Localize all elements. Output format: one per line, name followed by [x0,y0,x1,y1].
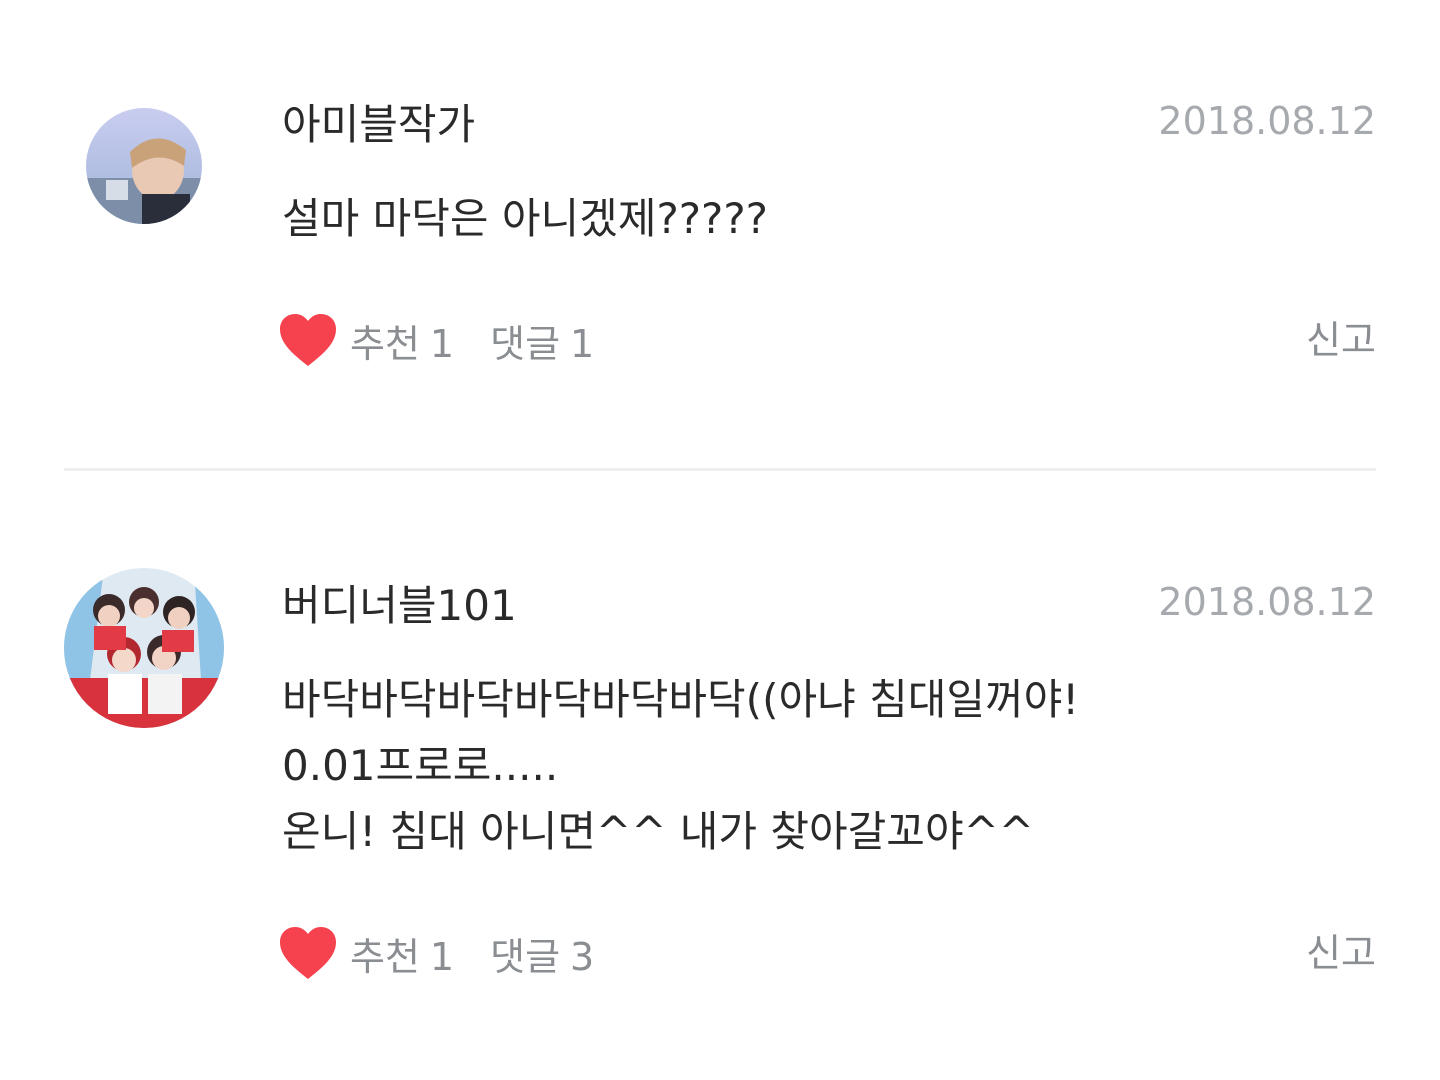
comment-author[interactable]: 아미블작가 [282,100,475,150]
reply-label: 댓글 [490,934,561,979]
comment-date: 2018.08.12 [1158,580,1376,624]
report-button[interactable]: 신고 [1306,310,1376,370]
reply-count: 3 [570,934,595,979]
comment-author[interactable]: 버디너블101 [282,581,517,631]
like-count: 1 [429,321,455,366]
comment-actions: 추천 1 댓글 1 [278,310,594,370]
like-heart-icon[interactable] [278,312,338,368]
reply-button[interactable]: 댓글 1 [490,313,594,368]
reply-button[interactable]: 댓글 3 [490,926,594,981]
avatar[interactable] [86,108,202,224]
like-label: 추천 [350,321,420,366]
comment-body: 설마 마닥은 아니겠제????? [282,194,768,243]
comment-actions: 추천 1 댓글 3 [278,923,594,983]
profile-photo-icon [86,108,202,224]
comment-body: 바닥바닥바닥바닥바닥바닥((아냐 침대일꺼야! 0.01프로로..... 온니!… [282,675,1080,856]
like-heart-icon[interactable] [278,925,338,981]
comment-item: 아미블작가 2018.08.12 설마 마닥은 아니겠제????? 추천 1 댓… [0,0,1440,468]
report-button[interactable]: 신고 [1306,923,1376,983]
group-photo-icon [64,568,224,728]
comment-item: 버디너블101 2018.08.12 바닥바닥바닥바닥바닥바닥((아냐 침대일꺼… [0,471,1440,1080]
reply-label: 댓글 [490,321,561,366]
like-label: 추천 [350,934,420,979]
avatar[interactable] [64,568,224,728]
comment-date: 2018.08.12 [1158,99,1376,143]
like-button[interactable]: 추천 1 [350,313,454,368]
like-button[interactable]: 추천 1 [350,926,454,981]
reply-count: 1 [570,321,595,366]
like-count: 1 [429,934,455,979]
